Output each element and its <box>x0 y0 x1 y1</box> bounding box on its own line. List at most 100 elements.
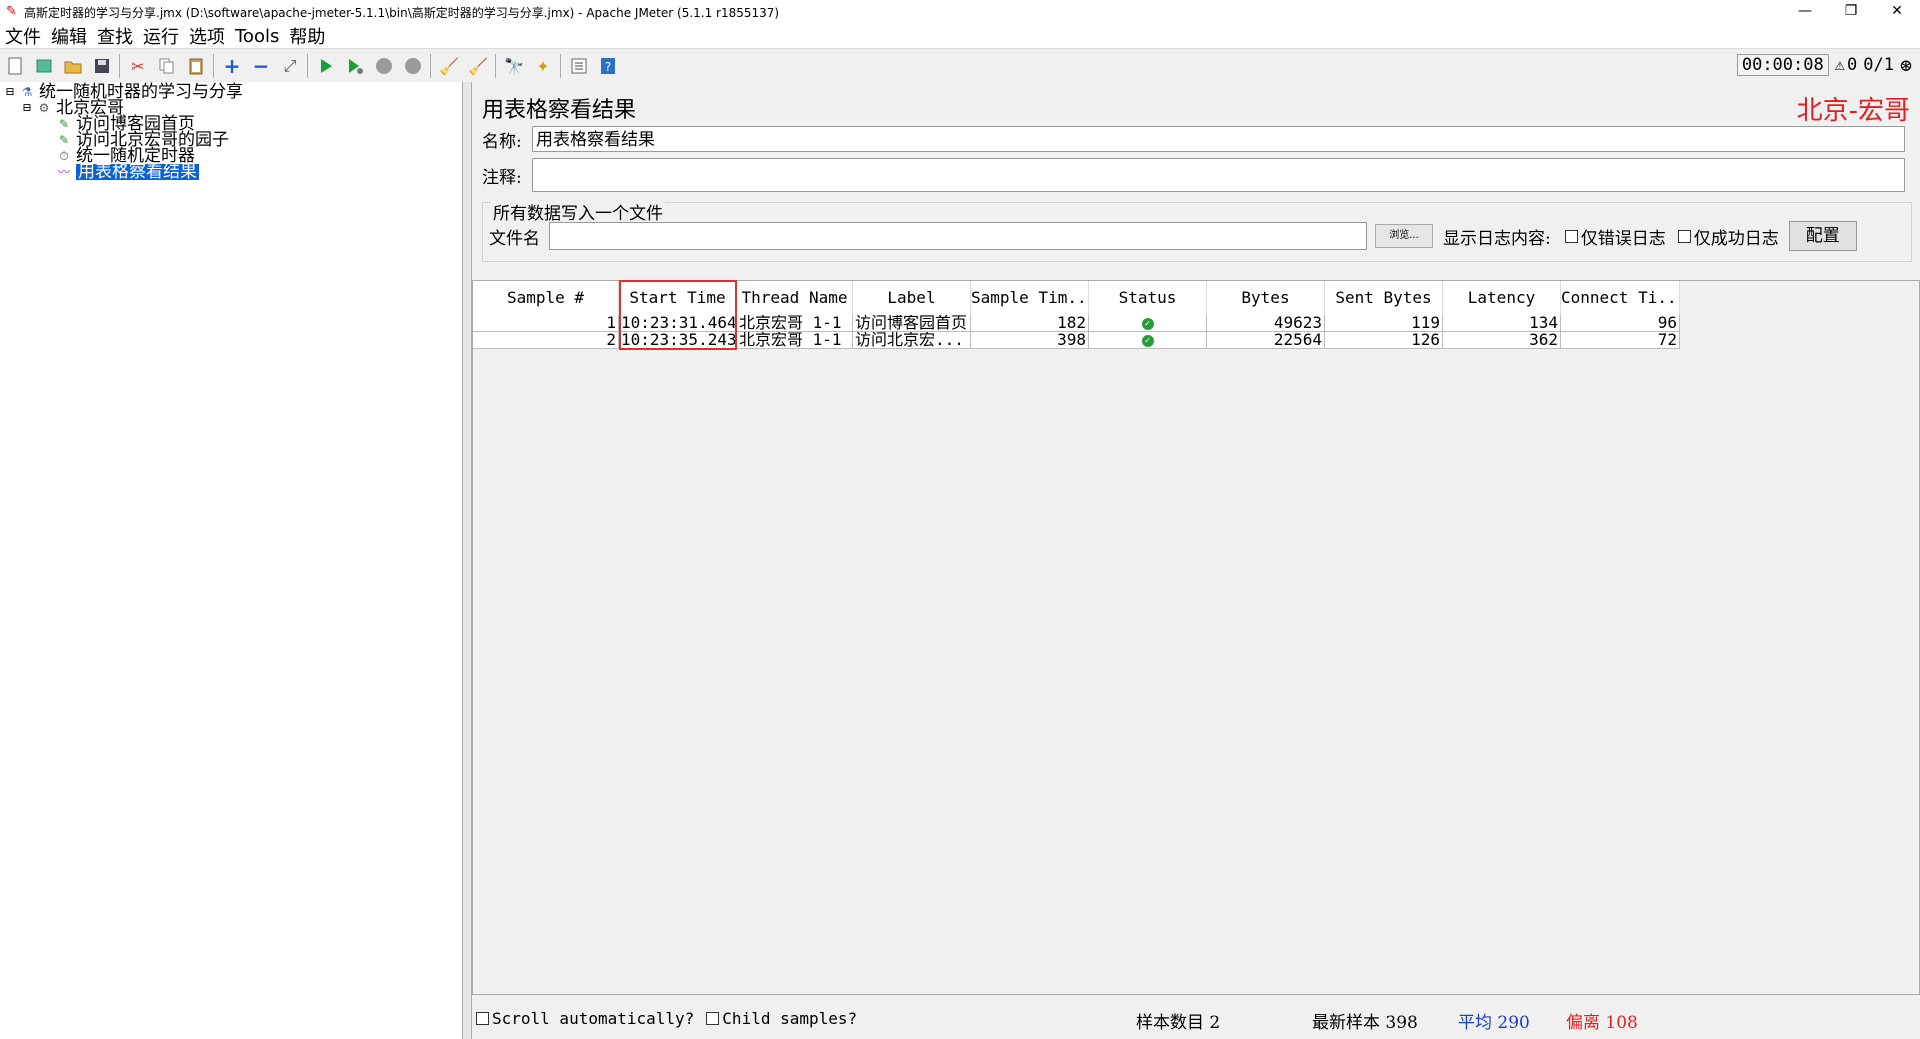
toolbar-separator <box>560 54 561 78</box>
start-icon[interactable] <box>315 55 337 77</box>
column-header-sample-time[interactable]: Sample Tim... <box>971 281 1089 315</box>
panel-title: 用表格察看结果 <box>482 98 637 123</box>
chart-icon: 〰 <box>57 165 70 179</box>
collapse-expander-icon[interactable]: ⊟ <box>5 84 15 100</box>
clock-icon: ⏱ <box>59 149 69 163</box>
column-header-latency[interactable]: Latency <box>1443 281 1561 315</box>
checkbox-box[interactable] <box>476 1011 489 1025</box>
search-icon[interactable]: 🔭 <box>503 55 525 77</box>
cell-status: ✓ <box>1089 315 1207 331</box>
view-results-table-panel: 用表格察看结果 北京-宏哥 名称: 用表格察看结果 注释: 所有数据写入一个文件… <box>472 82 1920 1039</box>
column-header-label[interactable]: Label <box>853 281 971 315</box>
menu-run[interactable]: 运行 <box>138 23 184 49</box>
tree-node-label: 用表格察看结果 <box>76 162 199 182</box>
success-only-checkbox[interactable]: 仅成功日志 <box>1677 224 1779 249</box>
tree-node-view-results-table[interactable]: 〰 用表格察看结果 <box>56 162 199 182</box>
toolbar: ✂ + − ⤢ 🧹 🧹 🔭 ✦ ? 00:00:08 ⚠ 0 0/1 ⊛ <box>0 48 1920 84</box>
thread-count: 0/1 <box>1863 55 1894 75</box>
test-plan-tree: ⊟ ⚗ 统一随机时器的学习与分享 ⊟ ⚙ 北京宏哥 ✎ 访问博客园首页 ✎ 访问… <box>0 82 463 1039</box>
cell-latency: 362 <box>1443 332 1561 348</box>
cell-label: 访问博客园首页 <box>853 315 971 331</box>
save-icon[interactable] <box>91 55 113 77</box>
toolbar-separator <box>213 54 214 78</box>
table-body: 1 10:23:31.464 北京宏哥 1-1 访问博客园首页 182 ✓ 49… <box>473 315 1680 349</box>
filename-input[interactable] <box>549 222 1367 250</box>
column-header-start-time[interactable]: Start Time <box>619 281 737 315</box>
child-samples-checkbox[interactable]: Child samples? <box>706 1009 857 1028</box>
paste-icon[interactable] <box>185 55 207 77</box>
function-helper-icon[interactable] <box>568 55 590 77</box>
collapse-expander-icon[interactable]: ⊟ <box>22 100 32 116</box>
column-header-sample[interactable]: Sample # <box>473 281 619 315</box>
cell-sample: 2 <box>473 332 619 348</box>
cell-thread-name: 北京宏哥 1-1 <box>737 315 853 331</box>
close-button[interactable]: ✕ <box>1874 0 1920 24</box>
filename-label: 文件名 <box>489 228 540 249</box>
start-no-pauses-icon[interactable] <box>344 55 366 77</box>
shutdown-icon[interactable] <box>402 55 424 77</box>
menu-options[interactable]: 选项 <box>184 23 230 49</box>
cell-label: 访问北京宏... <box>853 332 971 348</box>
elapsed-timer: 00:00:08 <box>1736 54 1829 76</box>
comment-input[interactable] <box>532 158 1905 192</box>
help-icon[interactable]: ? <box>597 55 619 77</box>
name-input[interactable]: 用表格察看结果 <box>532 126 1905 152</box>
column-header-sent-bytes[interactable]: Sent Bytes <box>1325 281 1443 315</box>
toolbar-separator <box>430 54 431 78</box>
menu-search[interactable]: 查找 <box>92 23 138 49</box>
log-display-label: 显示日志内容: <box>1443 228 1551 249</box>
cell-bytes: 22564 <box>1207 332 1325 348</box>
table-row[interactable]: 1 10:23:31.464 北京宏哥 1-1 访问博客园首页 182 ✓ 49… <box>473 315 1680 332</box>
checkbox-box[interactable] <box>1677 229 1691 243</box>
clear-icon[interactable]: 🧹 <box>438 55 460 77</box>
menu-edit[interactable]: 编辑 <box>46 23 92 49</box>
menu-help[interactable]: 帮助 <box>284 23 330 49</box>
cell-start-time: 10:23:35.243 <box>621 332 737 348</box>
minimize-button[interactable]: — <box>1782 0 1828 24</box>
configure-button[interactable]: 配置 <box>1788 221 1857 251</box>
menu-file[interactable]: 文件 <box>0 23 46 49</box>
clear-all-icon[interactable]: 🧹 <box>467 55 489 77</box>
toolbar-separator <box>495 54 496 78</box>
scroll-automatically-checkbox[interactable]: Scroll automatically? <box>476 1009 694 1028</box>
errors-only-checkbox[interactable]: 仅错误日志 <box>1564 224 1666 249</box>
expand-icon[interactable]: + <box>221 54 243 78</box>
column-header-thread-name[interactable]: Thread Name <box>737 281 853 315</box>
tree-node-test-plan[interactable]: ⊟ ⚗ 统一随机时器的学习与分享 <box>5 84 243 101</box>
menu-tools[interactable]: Tools <box>230 26 284 47</box>
svg-text:?: ? <box>605 60 611 74</box>
toggle-icon[interactable]: ⤢ <box>279 55 301 77</box>
column-header-bytes[interactable]: Bytes <box>1207 281 1325 315</box>
checkbox-box[interactable] <box>706 1011 720 1025</box>
window-controls: — ❐ ✕ <box>1782 0 1920 24</box>
sample-count: 样本数目 2 <box>1136 1013 1221 1033</box>
gear-icon: ⚙ <box>38 101 50 115</box>
pen-icon: ✎ <box>58 117 70 131</box>
copy-icon[interactable] <box>156 55 178 77</box>
collapse-icon[interactable]: − <box>250 54 272 78</box>
toolbar-separator <box>307 54 308 78</box>
templates-icon[interactable] <box>33 55 55 77</box>
restore-button[interactable]: ❐ <box>1828 0 1874 24</box>
warning-count: 0 <box>1846 55 1858 75</box>
table-row[interactable]: 2 10:23:35.243 北京宏哥 1-1 访问北京宏... 398 ✓ 2… <box>473 332 1680 349</box>
latest-sample: 最新样本 398 <box>1312 1013 1418 1033</box>
success-shield-icon: ✓ <box>1141 334 1154 347</box>
remote-icon[interactable]: ⊛ <box>1900 53 1912 77</box>
jmeter-feather-icon: ✎ <box>6 4 17 19</box>
table-header: Sample # Start Time Thread Name Label Sa… <box>473 281 1680 316</box>
column-header-connect-time[interactable]: Connect Ti... <box>1561 281 1680 315</box>
checkbox-box[interactable] <box>1564 229 1578 243</box>
stop-icon[interactable] <box>373 55 395 77</box>
errors-only-label: 仅错误日志 <box>1580 228 1666 249</box>
cut-icon[interactable]: ✂ <box>127 55 149 77</box>
window-title: 高斯定时器的学习与分享.jmx (D:\software\apache-jmet… <box>24 5 780 20</box>
column-header-status[interactable]: Status <box>1089 281 1207 315</box>
browse-button[interactable]: 浏览... <box>1375 224 1433 248</box>
reset-search-icon[interactable]: ✦ <box>532 55 554 77</box>
new-icon[interactable] <box>4 55 26 77</box>
open-icon[interactable] <box>62 55 84 77</box>
pane-splitter[interactable] <box>463 82 472 1039</box>
warning-icon[interactable]: ⚠ <box>1835 55 1845 75</box>
cell-thread-name: 北京宏哥 1-1 <box>737 332 853 348</box>
